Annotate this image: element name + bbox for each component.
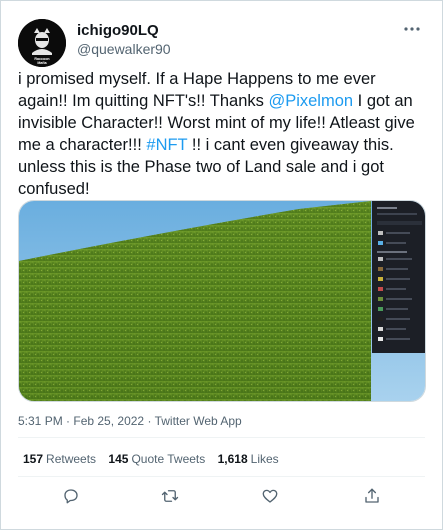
- retweets-count: 157: [23, 452, 44, 466]
- tweet-media-image[interactable]: [18, 200, 426, 402]
- action-bar: [18, 481, 425, 511]
- game-screenshot: [19, 201, 425, 401]
- hashtag-link[interactable]: #NFT: [146, 136, 187, 154]
- avatar[interactable]: Raccoon Mafia: [18, 19, 66, 67]
- like-button[interactable]: [259, 485, 281, 507]
- meta-separator: ·: [144, 414, 155, 428]
- tweet-metadata: 5:31 PM · Feb 25, 2022 · Twitter Web App: [18, 414, 242, 428]
- likes-label: Likes: [250, 452, 279, 466]
- retweet-button[interactable]: [159, 485, 181, 507]
- like-icon: [262, 489, 278, 503]
- retweet-icon: [161, 490, 179, 502]
- tweet-text: i promised myself. If a Hape Happens to …: [18, 68, 428, 200]
- divider: [18, 476, 425, 477]
- meta-separator: ·: [62, 414, 74, 428]
- more-options-button[interactable]: [402, 21, 422, 37]
- tweet-card: Raccoon Mafia ichigo90LQ @quewalker90 i …: [0, 0, 443, 530]
- engagement-stats: 157 Retweets 145 Quote Tweets 1,618 Likes: [23, 452, 288, 466]
- retweets-stat[interactable]: 157 Retweets: [23, 452, 96, 466]
- more-horizontal-icon: [404, 27, 420, 31]
- tweet-date[interactable]: Feb 25, 2022: [73, 414, 144, 428]
- likes-count: 1,618: [217, 452, 248, 466]
- quote-tweets-stat[interactable]: 145 Quote Tweets: [108, 452, 205, 466]
- avatar-text-line-2: Mafia: [37, 61, 47, 65]
- retweets-label: Retweets: [46, 452, 97, 466]
- share-icon: [365, 488, 379, 503]
- avatar-image: Raccoon Mafia: [18, 19, 66, 67]
- likes-stat[interactable]: 1,618 Likes: [218, 452, 279, 466]
- tweet-source[interactable]: Twitter Web App: [155, 414, 242, 428]
- reply-icon: [64, 489, 78, 504]
- inventory-panel: [372, 201, 425, 353]
- mention-link[interactable]: @Pixelmon: [268, 92, 353, 110]
- share-button[interactable]: [361, 485, 383, 507]
- divider: [18, 437, 425, 438]
- quote-tweets-count: 145: [108, 452, 129, 466]
- author-display-name[interactable]: ichigo90LQ: [77, 22, 159, 39]
- reply-button[interactable]: [60, 485, 82, 507]
- tweet-time[interactable]: 5:31 PM: [18, 414, 63, 428]
- author-handle[interactable]: @quewalker90: [77, 41, 171, 57]
- quote-tweets-label: Quote Tweets: [131, 452, 206, 466]
